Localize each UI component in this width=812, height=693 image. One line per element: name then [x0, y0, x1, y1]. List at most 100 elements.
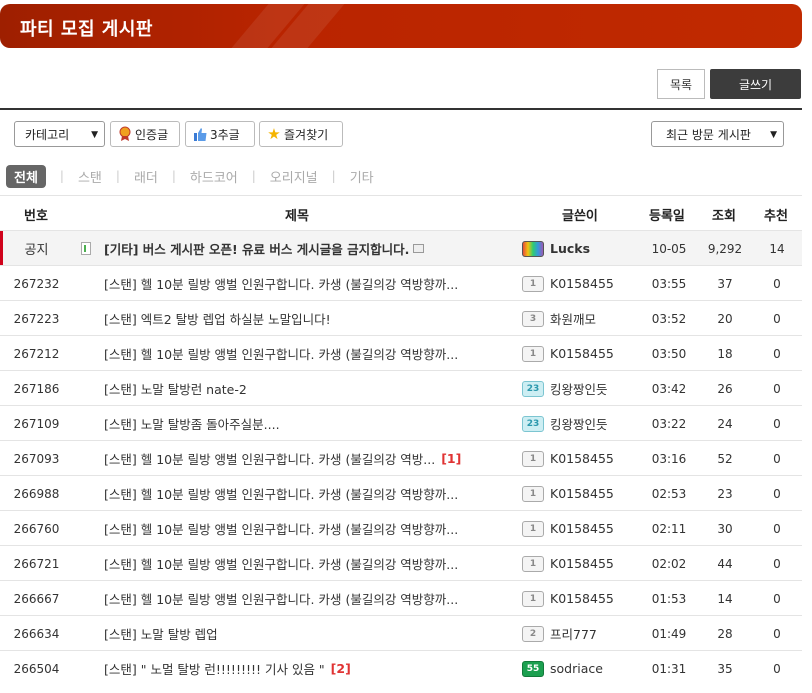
post-writer[interactable]: 1 K0158455 — [522, 266, 642, 301]
post-title-link[interactable]: [스탠] " 노멀 탈방 런!!!!!!!!! 기사 있음 " [2] — [104, 651, 496, 686]
post-date: 03:22 — [651, 416, 687, 431]
writer-name: 프리777 — [550, 627, 597, 642]
tab-separator: | — [331, 169, 336, 183]
table-row[interactable]: 267093 [스탠] 헬 10분 릴방 앵벌 인원구합니다. 카생 (불길의강 … — [0, 440, 802, 475]
post-title: [스탠] 헬 10분 릴방 앵벌 인원구합니다. 카생 (불길의강 역방향까..… — [104, 487, 459, 502]
post-title-link[interactable]: [스탠] 엑트2 탈방 렙업 하실분 노말입니다! — [104, 301, 496, 336]
post-title: [스탠] 노말 탈방 렙업 — [104, 627, 218, 642]
post-writer[interactable]: 1 K0158455 — [522, 511, 642, 546]
post-date: 03:55 — [651, 276, 687, 291]
favorite-filter-label: 즐겨찾기 — [284, 127, 329, 142]
table-row[interactable]: 266988 [스탠] 헬 10분 릴방 앵벌 인원구합니다. 카생 (불길의강 … — [0, 475, 802, 510]
level-badge-icon: 1 — [522, 590, 544, 607]
writer-name: K0158455 — [550, 276, 614, 291]
post-writer[interactable]: Lucks — [522, 231, 642, 266]
tab-ladder[interactable]: 래더 — [134, 167, 158, 186]
post-recommend: 0 — [773, 556, 781, 571]
post-recommend: 0 — [773, 416, 781, 431]
post-title-link[interactable]: [스탠] 노말 탈방 렙업 — [104, 616, 496, 651]
thumbs-up-icon — [192, 126, 208, 142]
post-title-link[interactable]: [스탠] 헬 10분 릴방 앵벌 인원구합니다. 카생 (불길의강 역방향까..… — [104, 266, 496, 301]
level-badge-icon: 1 — [522, 345, 544, 362]
recommend3-filter-button[interactable]: 3추글 — [185, 121, 255, 147]
table-row[interactable]: 266634 [스탠] 노말 탈방 렙업 2 프리777 01:49 28 0 — [0, 615, 802, 650]
table-row[interactable]: 266504 [스탠] " 노멀 탈방 런!!!!!!!!! 기사 있음 " [2]… — [0, 650, 802, 685]
post-title-link[interactable]: [스탠] 노말 탈방좀 돌아주실분.... — [104, 406, 496, 441]
table-row[interactable]: 267186 [스탠] 노말 탈방런 nate-2 23 킹왕짱인듯 03:42 26 0 — [0, 370, 802, 405]
list-button[interactable]: 목록 — [657, 69, 705, 99]
post-title-link[interactable]: [스탠] 헬 10분 릴방 앵벌 인원구합니다. 카생 (불길의강 역방향까..… — [104, 336, 496, 371]
writer-name: K0158455 — [550, 451, 614, 466]
post-writer[interactable]: 1 K0158455 — [522, 441, 642, 476]
post-views: 44 — [717, 556, 733, 571]
post-date: 01:31 — [651, 661, 687, 676]
post-writer[interactable]: 1 K0158455 — [522, 546, 642, 581]
table-row[interactable]: 266721 [스탠] 헬 10분 릴방 앵벌 인원구합니다. 카생 (불길의강 … — [0, 545, 802, 580]
post-writer[interactable]: 23 킹왕짱인듯 — [522, 371, 642, 406]
table-row[interactable]: 266760 [스탠] 헬 10분 릴방 앵벌 인원구합니다. 카생 (불길의강 … — [0, 510, 802, 545]
post-recommend: 0 — [773, 591, 781, 606]
table-row[interactable]: 266667 [스탠] 헬 10분 릴방 앵벌 인원구합니다. 카생 (불길의강 … — [0, 580, 802, 615]
tab-hardcore[interactable]: 하드코어 — [190, 167, 238, 186]
table-row[interactable]: 267212 [스탠] 헬 10분 릴방 앵벌 인원구합니다. 카생 (불길의강 … — [0, 335, 802, 370]
tab-standard[interactable]: 스탠 — [78, 167, 102, 186]
tab-separator: | — [171, 169, 176, 183]
table-row[interactable]: 267232 [스탠] 헬 10분 릴방 앵벌 인원구합니다. 카생 (불길의강 … — [0, 265, 802, 300]
post-writer[interactable]: 2 프리777 — [522, 616, 642, 651]
writer-name: K0158455 — [550, 521, 614, 536]
tab-all[interactable]: 전체 — [6, 164, 46, 188]
comment-count: [1] — [441, 451, 462, 466]
favorite-filter-button[interactable]: ★ 즐겨찾기 — [259, 121, 343, 147]
level-badge-icon: 1 — [522, 555, 544, 572]
post-views: 52 — [717, 451, 733, 466]
post-writer[interactable]: 1 K0158455 — [522, 336, 642, 371]
post-writer[interactable]: 1 K0158455 — [522, 476, 642, 511]
post-recommend: 0 — [773, 451, 781, 466]
board-header: 파티 모집 게시판 — [0, 4, 802, 48]
post-date: 03:42 — [651, 381, 687, 396]
post-title-link[interactable]: [기타] 버스 게시판 오픈! 유료 버스 게시글을 금지합니다. — [104, 231, 496, 266]
tab-separator: | — [59, 169, 64, 183]
post-title-link[interactable]: [스탠] 노말 탈방런 nate-2 — [104, 371, 496, 406]
post-recommend: 0 — [773, 381, 781, 396]
notice-row[interactable]: 공지 [기타] 버스 게시판 오픈! 유료 버스 게시글을 금지합니다. Luc… — [0, 230, 802, 266]
post-date: 01:49 — [651, 626, 687, 641]
writer-name: 킹왕짱인듯 — [550, 417, 608, 432]
post-title: [스탠] 헬 10분 릴방 앵벌 인원구합니다. 카생 (불길의강 역방향까..… — [104, 277, 459, 292]
post-number: 266988 — [13, 486, 60, 501]
tab-etc[interactable]: 기타 — [350, 167, 374, 186]
post-writer[interactable]: 23 킹왕짱인듯 — [522, 406, 642, 441]
post-title-link[interactable]: [스탠] 헬 10분 릴방 앵벌 인원구합니다. 카생 (불길의강 역방향까..… — [104, 546, 496, 581]
post-writer[interactable]: 3 화원깨모 — [522, 301, 642, 336]
post-views: 18 — [717, 346, 733, 361]
certified-filter-button[interactable]: 인증글 — [110, 121, 180, 147]
level-badge-icon: 3 — [522, 310, 544, 327]
post-title-link[interactable]: [스탠] 헬 10분 릴방 앵벌 인원구합니다. 카생 (불길의강 역방향까..… — [104, 476, 496, 511]
post-recommend: 0 — [773, 521, 781, 536]
table-row[interactable]: 267109 [스탠] 노말 탈방좀 돌아주실분.... 23 킹왕짱인듯 03:22 2… — [0, 405, 802, 440]
post-views: 37 — [717, 276, 733, 291]
post-title: [스탠] 헬 10분 릴방 앵벌 인원구합니다. 카생 (불길의강 역방향까..… — [104, 522, 459, 537]
writer-name: sodriace — [550, 661, 603, 676]
post-recommend: 0 — [773, 346, 781, 361]
post-title-link[interactable]: [스탠] 헬 10분 릴방 앵벌 인원구합니다. 카생 (불길의강 역방향까..… — [104, 511, 496, 546]
post-recommend: 0 — [773, 276, 781, 291]
table-row[interactable]: 267223 [스탠] 엑트2 탈방 렙업 하실분 노말입니다! 3 화원깨모 03:5… — [0, 300, 802, 335]
post-title-link[interactable]: [스탠] 헬 10분 릴방 앵벌 인원구합니다. 카생 (불길의강 역방향까..… — [104, 581, 496, 616]
recent-boards-select[interactable]: 최근 방문 게시판 ▼ — [651, 121, 784, 147]
tab-original[interactable]: 오리지널 — [270, 167, 318, 186]
level-badge-icon: 1 — [522, 520, 544, 537]
category-select[interactable]: 카테고리 ▼ — [14, 121, 105, 147]
post-writer[interactable]: 1 K0158455 — [522, 581, 642, 616]
recommend3-filter-label: 3추글 — [210, 127, 240, 142]
comment-count: [2] — [330, 661, 351, 676]
level-badge-icon: 2 — [522, 625, 544, 642]
post-title-link[interactable]: [스탠] 헬 10분 릴방 앵벌 인원구합니다. 카생 (불길의강 역방... [… — [104, 441, 496, 476]
write-button[interactable]: 글쓰기 — [710, 69, 801, 99]
post-date: 03:50 — [651, 346, 687, 361]
post-title: [스탠] 엑트2 탈방 렙업 하실분 노말입니다! — [104, 312, 331, 327]
post-writer[interactable]: 55 sodriace — [522, 651, 642, 686]
post-date: 10-05 — [651, 241, 687, 256]
level-badge-icon: 23 — [522, 415, 544, 432]
tab-separator: | — [251, 169, 256, 183]
